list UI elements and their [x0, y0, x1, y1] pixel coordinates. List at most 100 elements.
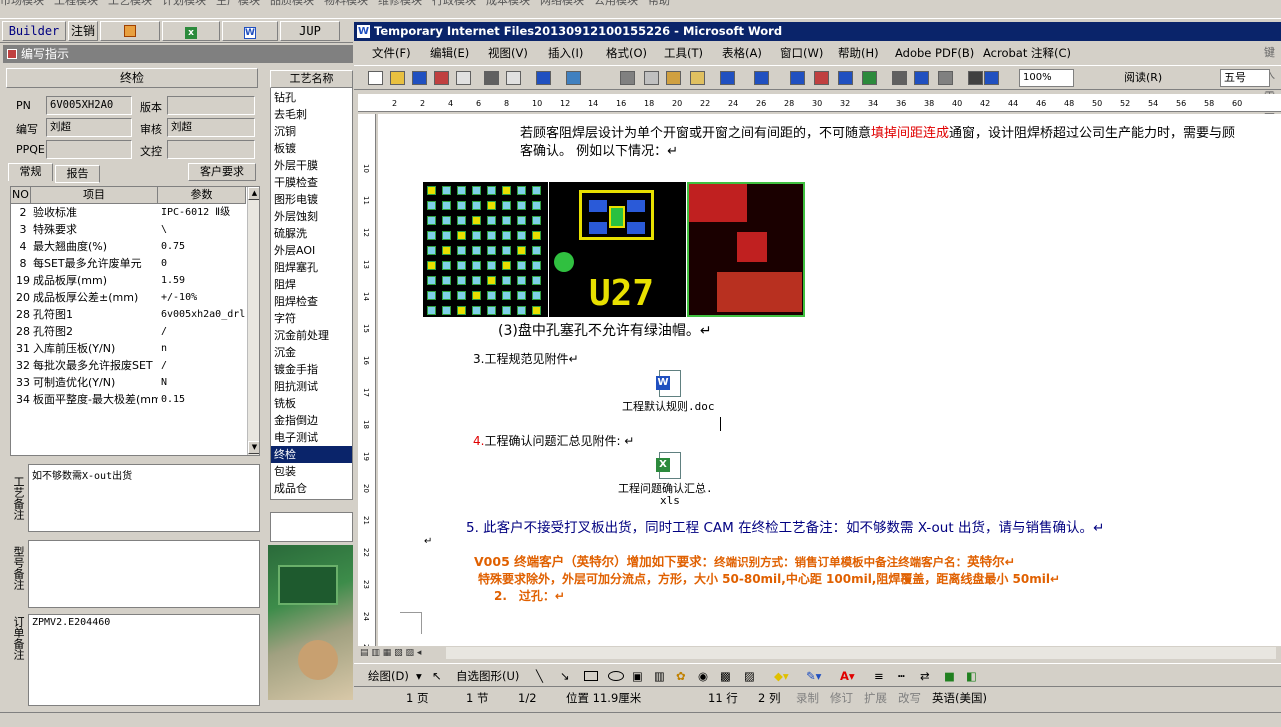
read-mode-button[interactable]: 阅读(R) — [1124, 69, 1184, 87]
draw-menu-arrow-icon[interactable]: ▾ — [416, 664, 422, 688]
table-row[interactable]: 31 入库前压板(Y/N) n — [11, 340, 246, 357]
shadow-icon[interactable]: ■ — [944, 664, 955, 688]
table-row[interactable]: 2 验收标准 IPC-6012 Ⅱ级 — [11, 204, 246, 221]
jup-button[interactable]: JUP — [280, 21, 340, 41]
word-menu-item[interactable]: Adobe PDF(B) — [895, 42, 974, 64]
word-menu-item[interactable]: 视图(V) — [488, 42, 528, 64]
process-list-item[interactable]: 沉金前处理 — [271, 327, 352, 344]
writer-field[interactable]: 刘超 — [46, 118, 132, 137]
status-overtype[interactable]: 改写 — [898, 687, 921, 709]
process-list-item[interactable]: 阻焊检查 — [271, 293, 352, 310]
tab-general[interactable]: 常规 — [8, 163, 53, 181]
table-row[interactable]: 19 成品板厚(mm) 1.59 — [11, 272, 246, 289]
process-list-item[interactable]: 阻抗测试 — [271, 378, 352, 395]
print-preview-icon[interactable] — [506, 71, 521, 85]
fill-color-icon[interactable]: ◆▾ — [774, 664, 789, 688]
scroll-up-icon[interactable]: ▲ — [248, 187, 259, 200]
doc-control-field[interactable] — [167, 140, 255, 159]
process-list-item[interactable]: 硫脲洗 — [271, 225, 352, 242]
3d-icon[interactable]: ◧ — [966, 664, 977, 688]
select-pointer-icon[interactable]: ↖ — [432, 664, 442, 688]
process-list-item[interactable]: 干膜检查 — [271, 174, 352, 191]
order-notes-field[interactable]: ZPMV2.E204460 — [28, 614, 260, 706]
drawing-icon[interactable] — [914, 71, 929, 85]
line-style-icon[interactable]: ≡ — [874, 664, 884, 688]
word-menu-item[interactable]: 窗口(W) — [780, 42, 823, 64]
textbox-tool-icon[interactable]: ▣ — [632, 664, 643, 688]
word-menu-item[interactable]: 格式(O) — [606, 42, 647, 64]
rectangle-tool-icon[interactable] — [584, 671, 598, 681]
tables-borders-icon[interactable] — [814, 71, 829, 85]
word-menu-item[interactable]: Acrobat 注释(C) — [983, 42, 1071, 64]
autoshape-menu[interactable]: 自选图形(U) — [456, 664, 519, 688]
status-record[interactable]: 录制 — [796, 687, 819, 709]
line-color-icon[interactable]: ✎▾ — [806, 664, 821, 688]
hyperlink-icon[interactable] — [790, 71, 805, 85]
line-tool-icon[interactable]: ╲ — [536, 664, 543, 688]
powerpoint-button[interactable] — [100, 21, 160, 41]
process-list-item[interactable]: 字符 — [271, 310, 352, 327]
zoom-select[interactable]: 100% — [1019, 69, 1074, 87]
top-menu-item[interactable]: 生产模块 — [216, 0, 260, 8]
process-list-item[interactable]: 板镀 — [271, 140, 352, 157]
logout-button[interactable]: 注销 — [68, 21, 98, 41]
process-search-input[interactable] — [270, 512, 353, 542]
excel-button[interactable]: x — [162, 21, 220, 41]
top-menu-item[interactable]: 物料模块 — [324, 0, 368, 8]
process-list-item[interactable]: 去毛刺 — [271, 106, 352, 123]
horizontal-ruler[interactable]: 2 2 4 6 8 10 12 14 16 18 20 22 24 26 28 30 32 34 36 38 40 42 4… — [358, 94, 1281, 112]
paste-icon[interactable] — [666, 71, 681, 85]
research-icon[interactable] — [566, 71, 581, 85]
top-menu-item[interactable]: 维修模块 — [378, 0, 422, 8]
save-icon[interactable] — [412, 71, 427, 85]
table-row[interactable]: 32 每批次最多允许报废SET / — [11, 357, 246, 374]
document-map-icon[interactable] — [938, 71, 953, 85]
arrow-style-icon[interactable]: ⇄ — [920, 664, 930, 688]
show-hide-icon[interactable] — [968, 71, 983, 85]
xls-attachment-icon[interactable]: X — [656, 452, 684, 480]
dash-style-icon[interactable]: ┅ — [898, 664, 905, 688]
top-menu-item[interactable]: 市场模块 — [0, 0, 44, 8]
columns-icon[interactable] — [892, 71, 907, 85]
scroll-down-icon[interactable]: ▼ — [248, 441, 259, 454]
tab-report[interactable]: 报告 — [55, 165, 100, 183]
cut-icon[interactable] — [620, 71, 635, 85]
table-row[interactable]: 3 特殊要求 \ — [11, 221, 246, 238]
table-row[interactable]: 4 最大翘曲度(%) 0.75 — [11, 238, 246, 255]
process-list-item[interactable]: 外层AOI — [271, 242, 352, 259]
document-page[interactable]: 若顾客阻焊层设计为单个开窗或开窗之间有间距的，不可随意填掉间距连成通窗，设计阻焊… — [378, 114, 1281, 646]
status-track[interactable]: 修订 — [830, 687, 853, 709]
reviewer-field[interactable]: 刘超 — [167, 118, 255, 137]
ppqe-field[interactable] — [46, 140, 132, 159]
clipart-icon[interactable]: ▩ — [720, 664, 731, 688]
pn-field[interactable]: 6V005XH2A0 — [46, 96, 132, 115]
top-menu-item[interactable]: 成本模块 — [486, 0, 530, 8]
process-list-item[interactable]: 沉铜 — [271, 123, 352, 140]
vertical-ruler[interactable]: 10111213141516171819202122232425 — [358, 114, 376, 653]
print-icon[interactable] — [484, 71, 499, 85]
wordart-icon[interactable]: ✿ — [676, 664, 686, 688]
word-menu-item[interactable]: 工具(T) — [664, 42, 703, 64]
process-list-item[interactable]: 阻焊 — [271, 276, 352, 293]
table-row[interactable]: 8 每SET最多允许废单元 0 — [11, 255, 246, 272]
scroll-track[interactable] — [446, 647, 1276, 659]
doc-attachment-icon[interactable]: W — [656, 370, 684, 398]
copy-icon[interactable] — [644, 71, 659, 85]
word-button[interactable]: W — [222, 21, 278, 41]
process-list-item[interactable]: 外层干膜 — [271, 157, 352, 174]
open-icon[interactable] — [390, 71, 405, 85]
top-menu-item[interactable]: 行政模块 — [432, 0, 476, 8]
top-menu-item[interactable]: 计划模块 — [162, 0, 206, 8]
table-row[interactable]: 28 孔符图1 6v005xh2a0_drl — [11, 306, 246, 323]
attachment2-label-b[interactable]: xls — [660, 494, 680, 507]
word-menu-item[interactable]: 插入(I) — [548, 42, 583, 64]
top-menu-item[interactable]: 公用模块 — [594, 0, 638, 8]
undo-icon[interactable] — [720, 71, 735, 85]
table-row[interactable]: 28 孔符图2 / — [11, 323, 246, 340]
attachment1-label[interactable]: 工程默认规则.doc — [622, 398, 715, 414]
horizontal-scrollbar[interactable]: ▤ ▥ ▦ ▧ ▨ ◂ — [358, 646, 1281, 660]
process-list-item[interactable]: 钻孔 — [271, 89, 352, 106]
permission-icon[interactable] — [434, 71, 449, 85]
process-list-item[interactable]: 外层蚀刻 — [271, 208, 352, 225]
arrow-tool-icon[interactable]: ↘ — [560, 664, 570, 688]
